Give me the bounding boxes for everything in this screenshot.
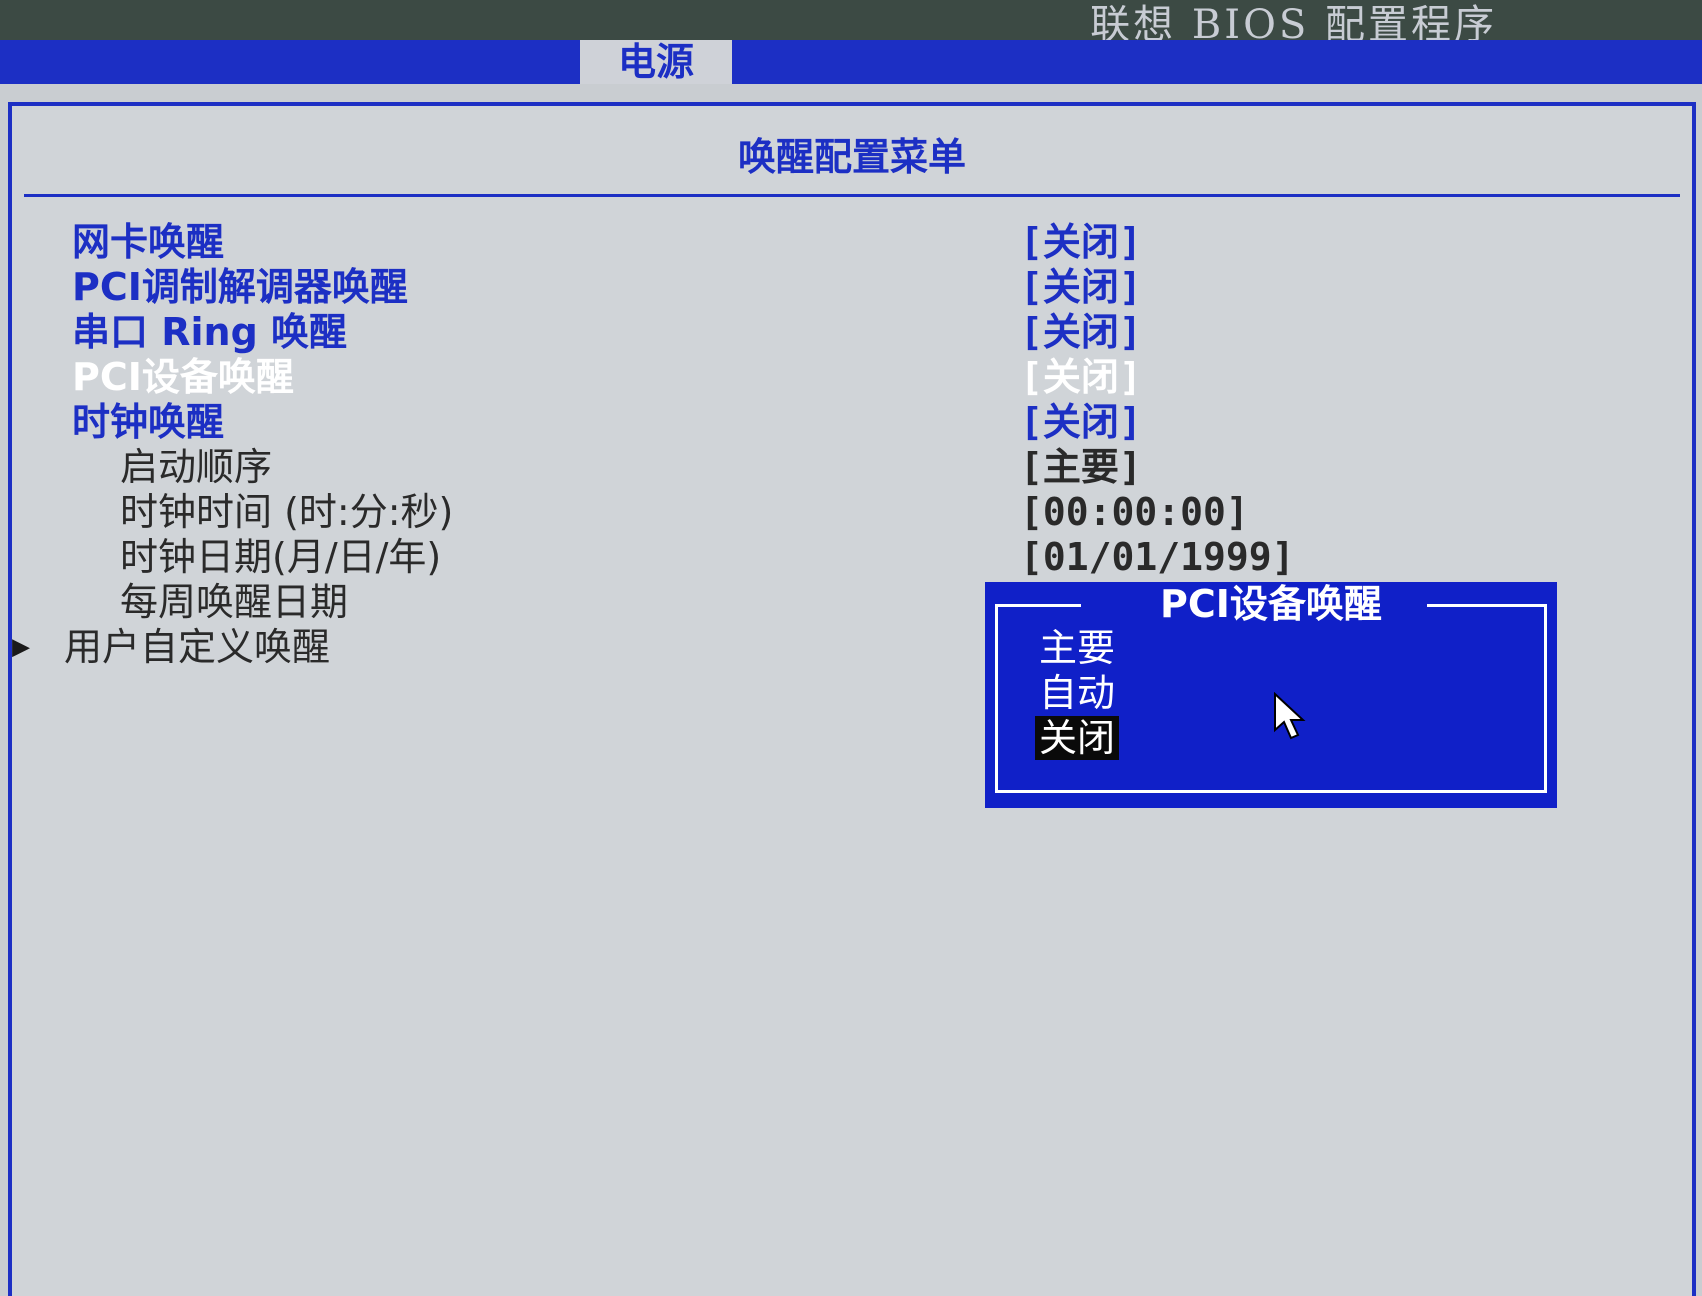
setting-label-selected: PCI设备唤醒 (72, 355, 294, 399)
tab-power[interactable]: 电源 (580, 40, 732, 84)
setting-label: 每周唤醒日期 (120, 580, 349, 624)
mouse-pointer-icon (1274, 692, 1306, 740)
setting-row-clock-wake[interactable]: 时钟唤醒 [关闭] (12, 400, 1672, 444)
menu-title: 唤醒配置菜单 (737, 135, 966, 179)
setting-label: 时钟时间 (时:分:秒) (120, 490, 454, 534)
tab-bar: 电源 (0, 40, 1702, 84)
setting-row-pci-device-wake[interactable]: PCI设备唤醒 [关闭] (12, 355, 1672, 399)
setting-row-lan-wake[interactable]: 网卡唤醒 [关闭] (12, 220, 1672, 264)
setting-label: 时钟唤醒 (72, 400, 225, 444)
setting-value[interactable]: [关闭] (1020, 220, 1142, 264)
title-divider (24, 194, 1680, 197)
setting-value[interactable]: [关闭] (1020, 400, 1142, 444)
setting-value-selected[interactable]: [关闭] (1020, 355, 1142, 399)
popup-option-off[interactable]: 关闭 (1035, 716, 1120, 760)
option-popup: PCI设备唤醒 主要 自动 关闭 (985, 582, 1557, 808)
popup-option-auto[interactable]: 自动 (1035, 671, 1119, 715)
setting-value[interactable]: [关闭] (1020, 265, 1142, 309)
setting-value[interactable]: [关闭] (1020, 310, 1142, 354)
setting-label: 串口 Ring 唤醒 (72, 310, 347, 354)
setting-label: PCI调制解调器唤醒 (72, 265, 408, 309)
setting-row-serial-ring-wake[interactable]: 串口 Ring 唤醒 [关闭] (12, 310, 1672, 354)
setting-row-clock-date: 时钟日期(月/日/年) [01/01/1999] (12, 535, 1672, 579)
setting-row-boot-order: 启动顺序 [主要] (12, 445, 1672, 489)
setting-label: 用户自定义唤醒 (64, 625, 331, 669)
submenu-arrow-icon: ▶ (12, 629, 31, 664)
setting-value: [01/01/1999] (1020, 535, 1295, 579)
popup-option-primary[interactable]: 主要 (1035, 626, 1119, 670)
setting-row-clock-time: 时钟时间 (时:分:秒) [00:00:00] (12, 490, 1672, 534)
top-band: 联想 BIOS 配置程序 (0, 0, 1702, 48)
setting-label: 网卡唤醒 (72, 220, 225, 264)
setting-row-pci-modem-wake[interactable]: PCI调制解调器唤醒 [关闭] (12, 265, 1672, 309)
popup-title: PCI设备唤醒 (1160, 582, 1382, 626)
setting-value: [00:00:00] (1020, 490, 1249, 534)
setting-label: 时钟日期(月/日/年) (120, 535, 442, 579)
setting-value: [主要] (1020, 445, 1142, 489)
setting-label: 启动顺序 (120, 445, 273, 489)
